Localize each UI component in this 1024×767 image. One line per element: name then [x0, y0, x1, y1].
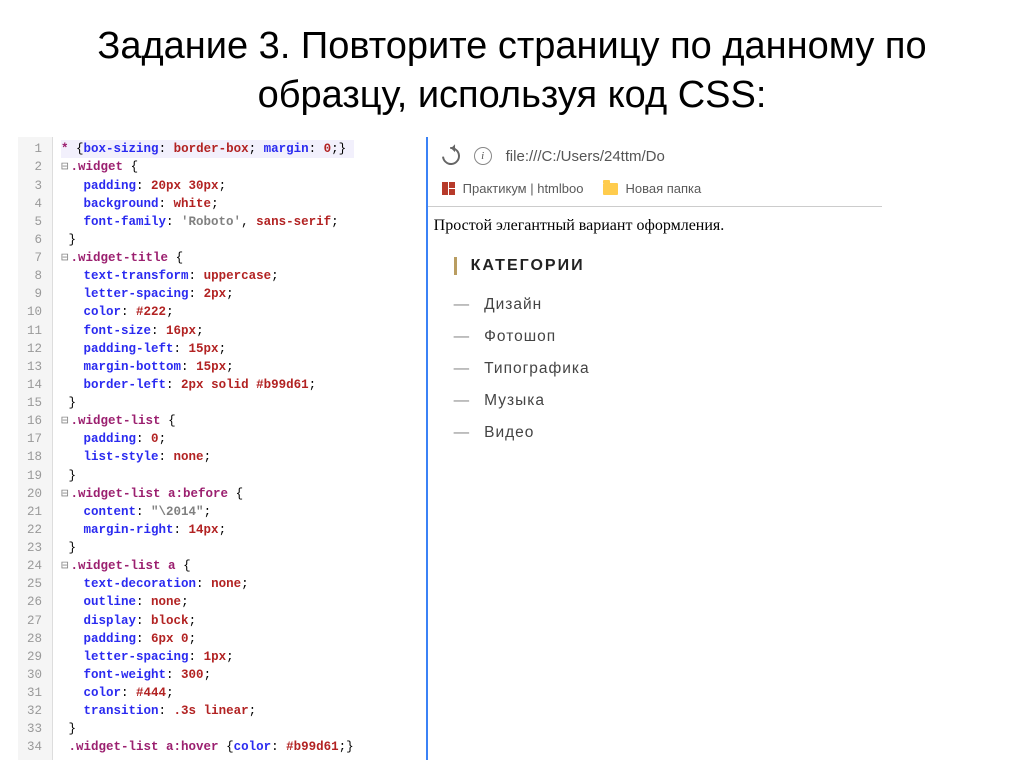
line-number: 11 [24, 322, 42, 340]
list-item: Видео [454, 417, 882, 449]
widget-title: Категории [454, 257, 882, 275]
code-line: display: block; [61, 612, 354, 630]
line-number: 27 [24, 612, 42, 630]
code-line: ⊟.widget-list a { [61, 557, 354, 575]
code-line: } [61, 231, 354, 249]
line-number: 12 [24, 340, 42, 358]
bookmark-item[interactable]: Новая папка [603, 181, 701, 196]
line-number: 17 [24, 430, 42, 448]
folder-icon [603, 183, 618, 195]
code-line: padding: 20px 30px; [61, 177, 354, 195]
bookmarks-bar: Практикум | htmlboo Новая папка [428, 175, 882, 207]
code-line: outline: none; [61, 593, 354, 611]
code-line: letter-spacing: 1px; [61, 648, 354, 666]
line-number: 13 [24, 358, 42, 376]
slide-title: Задание 3. Повторите страницу по данному… [0, 0, 1024, 137]
bookmark-favicon-icon [442, 182, 456, 196]
line-number: 29 [24, 648, 42, 666]
line-number: 21 [24, 503, 42, 521]
line-number: 2 [24, 158, 42, 176]
reload-icon[interactable] [438, 144, 463, 169]
line-number: 24 [24, 557, 42, 575]
code-line: } [61, 720, 354, 738]
line-number: 9 [24, 285, 42, 303]
line-number: 8 [24, 267, 42, 285]
line-number: 28 [24, 630, 42, 648]
code-line: content: "\2014"; [61, 503, 354, 521]
code-line: ⊟.widget-list { [61, 412, 354, 430]
code-line: font-family: 'Roboto', sans-serif; [61, 213, 354, 231]
browser-address-bar: i file:///C:/Users/24ttm/Do [428, 137, 882, 175]
code-line: padding: 0; [61, 430, 354, 448]
code-editor-panel: 1234567891011121314151617181920212223242… [18, 137, 362, 759]
code-line: letter-spacing: 2px; [61, 285, 354, 303]
code-line: border-left: 2px solid #b99d61; [61, 376, 354, 394]
code-line: text-decoration: none; [61, 575, 354, 593]
line-number: 22 [24, 521, 42, 539]
code-line: ⊟.widget-list a:before { [61, 485, 354, 503]
line-number: 14 [24, 376, 42, 394]
line-number: 20 [24, 485, 42, 503]
line-number: 19 [24, 467, 42, 485]
category-link[interactable]: Музыка [454, 385, 882, 417]
line-number: 15 [24, 394, 42, 412]
code-line: ⊟.widget { [61, 158, 354, 176]
categories-widget: Категории ДизайнФотошопТипографикаМузыка… [432, 253, 882, 449]
code-line: color: #444; [61, 684, 354, 702]
info-icon[interactable]: i [474, 147, 492, 165]
code-line: padding-left: 15px; [61, 340, 354, 358]
line-number: 23 [24, 539, 42, 557]
line-number: 32 [24, 702, 42, 720]
code-line: margin-bottom: 15px; [61, 358, 354, 376]
css-code-block: * {box-sizing: border-box; margin: 0;}⊟.… [53, 137, 362, 759]
line-number: 7 [24, 249, 42, 267]
line-number: 5 [24, 213, 42, 231]
category-link[interactable]: Типографика [454, 353, 882, 385]
code-line: padding: 6px 0; [61, 630, 354, 648]
category-list: ДизайнФотошопТипографикаМузыкаВидео [454, 289, 882, 449]
code-line: color: #222; [61, 303, 354, 321]
code-line: background: white; [61, 195, 354, 213]
code-line: transition: .3s linear; [61, 702, 354, 720]
line-number: 4 [24, 195, 42, 213]
bookmark-item[interactable]: Практикум | htmlboo [442, 181, 584, 196]
line-number: 6 [24, 231, 42, 249]
list-item: Дизайн [454, 289, 882, 321]
line-number: 3 [24, 177, 42, 195]
code-line: ⊟.widget-title { [61, 249, 354, 267]
line-number: 30 [24, 666, 42, 684]
category-link[interactable]: Фотошоп [454, 321, 882, 353]
code-line: .widget-list a:hover {color: #b99d61;} [61, 738, 354, 756]
bookmark-label: Практикум | htmlboo [463, 181, 584, 196]
code-line: font-size: 16px; [61, 322, 354, 340]
list-item: Типографика [454, 353, 882, 385]
url-text[interactable]: file:///C:/Users/24ttm/Do [506, 148, 665, 165]
code-line: list-style: none; [61, 448, 354, 466]
line-number: 33 [24, 720, 42, 738]
line-number: 31 [24, 684, 42, 702]
page-heading-text: Простой элегантный вариант оформления. [432, 215, 882, 253]
code-line: } [61, 467, 354, 485]
line-number: 16 [24, 412, 42, 430]
code-line: } [61, 394, 354, 412]
bookmark-label: Новая папка [625, 181, 701, 196]
category-link[interactable]: Видео [454, 417, 882, 449]
line-number: 1 [24, 140, 42, 158]
category-link[interactable]: Дизайн [454, 289, 882, 321]
line-number: 25 [24, 575, 42, 593]
code-line: margin-right: 14px; [61, 521, 354, 539]
browser-preview: i file:///C:/Users/24ttm/Do Практикум | … [426, 137, 882, 759]
code-line: font-weight: 300; [61, 666, 354, 684]
line-number: 26 [24, 593, 42, 611]
list-item: Фотошоп [454, 321, 882, 353]
line-number-gutter: 1234567891011121314151617181920212223242… [18, 137, 53, 759]
line-number: 10 [24, 303, 42, 321]
line-number: 34 [24, 738, 42, 756]
line-number: 18 [24, 448, 42, 466]
code-line: * {box-sizing: border-box; margin: 0;} [61, 140, 354, 158]
code-line: } [61, 539, 354, 557]
browser-page-body: Простой элегантный вариант оформления. К… [428, 207, 882, 449]
code-line: text-transform: uppercase; [61, 267, 354, 285]
list-item: Музыка [454, 385, 882, 417]
